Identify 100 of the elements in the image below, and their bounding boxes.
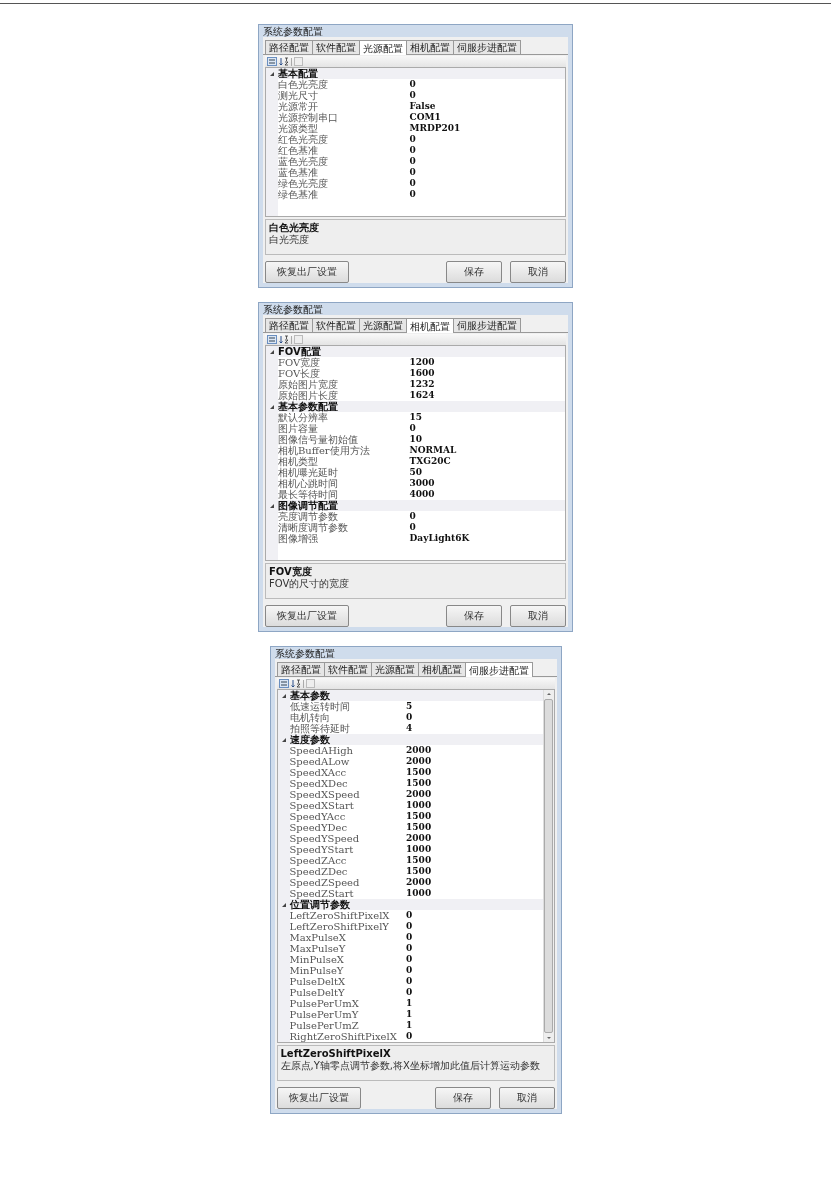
property-value[interactable]: 3000 [409,478,435,489]
expander-icon[interactable] [280,692,287,699]
tab[interactable]: 软件配置 [312,318,360,332]
property-value[interactable]: 0 [406,943,413,954]
property-name: FOV长度 [278,368,321,379]
property-value[interactable]: 0 [409,90,416,101]
dialog-button[interactable]: 恢复出厂设置 [276,1087,361,1109]
property-value[interactable]: 0 [409,134,416,145]
property-value[interactable]: 2000 [406,756,432,767]
property-value[interactable]: 50 [409,467,423,478]
property-value[interactable]: 2000 [406,789,432,800]
property-value[interactable]: 0 [406,954,413,965]
property-value[interactable]: 1 [406,1009,413,1020]
property-value[interactable]: 2000 [406,833,432,844]
expander-icon[interactable] [280,901,287,908]
property-value[interactable]: 2000 [406,877,432,888]
tab[interactable]: 伺服步进配置 [464,662,533,677]
property-value[interactable]: 0 [409,79,416,90]
tab[interactable]: 相机配置 [406,40,454,54]
dialog-button[interactable]: 恢复出厂设置 [265,605,349,627]
property-value[interactable]: DayLight6K [409,533,470,544]
scroll-thumb[interactable] [544,699,553,1033]
tab[interactable]: 伺服步进配置 [453,318,521,332]
description-text: 白光亮度 [269,234,310,246]
property-value[interactable]: 15 [409,412,423,423]
property-value[interactable]: 0 [409,511,416,522]
property-value[interactable]: 4000 [409,489,435,500]
property-value[interactable]: 1200 [409,357,435,368]
property-value[interactable]: TXG20C [409,456,451,467]
property-value[interactable]: 1600 [409,368,435,379]
tab[interactable]: 路径配置 [265,318,313,332]
property-value[interactable]: 1624 [409,390,435,401]
property-name: LeftZeroShiftPixelY [289,921,390,932]
dialog-button[interactable]: 保存 [446,261,502,283]
property-value[interactable]: 1500 [406,767,432,778]
property-value[interactable]: 0 [406,987,413,998]
property-value[interactable]: 0 [406,965,413,976]
property-value[interactable]: False [409,101,436,112]
property-value[interactable]: 5 [406,701,413,712]
expander-icon[interactable] [280,736,287,743]
tab[interactable]: 相机配置 [406,318,454,333]
property-name: 绿色基准 [278,189,319,200]
tab[interactable]: 相机配置 [417,662,466,676]
dialog-button[interactable]: 取消 [510,605,566,627]
tab[interactable]: 伺服步进配置 [453,40,521,54]
tab[interactable]: 路径配置 [276,662,325,676]
property-value[interactable]: 0 [409,522,416,533]
property-value[interactable]: NORMAL [409,445,457,456]
property-value[interactable]: 0 [406,921,413,932]
property-value[interactable]: 0 [409,145,416,156]
property-value[interactable]: 1 [406,998,413,1009]
property-value[interactable]: 0 [409,189,416,200]
expander-icon[interactable] [269,403,275,410]
property-value[interactable]: MRDP201 [409,123,461,134]
dialog-button[interactable]: 保存 [434,1087,491,1109]
property-value[interactable]: 0 [409,156,416,167]
property-value[interactable]: 1 [406,1020,413,1031]
property-value[interactable]: 0 [409,178,416,189]
property-value[interactable]: 1000 [406,844,432,855]
tab[interactable]: 路径配置 [265,40,313,54]
property-value[interactable]: 1500 [406,822,432,833]
dialog-button[interactable]: 取消 [510,261,566,283]
property-value[interactable]: 0 [406,1031,413,1042]
property-value[interactable]: COM1 [409,112,441,123]
dialog-button[interactable]: 保存 [446,605,502,627]
property-name: PulsePerUmZ [289,1020,360,1031]
property-name: 图像信号量初始值 [278,434,358,445]
property-value[interactable]: 0 [406,932,413,943]
tab[interactable]: 软件配置 [312,40,360,54]
expander-icon[interactable] [269,70,275,77]
property-value[interactable]: 0 [409,423,416,434]
property-value[interactable]: 1500 [406,866,432,877]
property-value[interactable]: 4 [406,723,413,734]
property-value[interactable]: 0 [409,167,416,178]
scrollbar[interactable] [542,690,554,1042]
tab[interactable]: 光源配置 [370,662,419,676]
sort-icon[interactable] [279,57,289,66]
expander-icon[interactable] [269,348,275,355]
property-value[interactable]: 1500 [406,811,432,822]
tab[interactable]: 软件配置 [323,662,372,676]
property-value[interactable]: 1500 [406,855,432,866]
property-value[interactable]: 0 [406,910,413,921]
property-value[interactable]: 1232 [409,379,435,390]
dialog-button[interactable]: 取消 [498,1087,555,1109]
property-value[interactable]: 0 [406,712,413,723]
property-name: SpeedYAcc [289,811,347,822]
property-value[interactable]: 1000 [406,800,432,811]
property-value[interactable]: 10 [409,434,423,445]
tab[interactable]: 光源配置 [359,318,407,332]
sort-icon[interactable] [290,679,301,688]
property-value[interactable]: 2000 [406,745,432,756]
property-value[interactable]: 1500 [406,778,432,789]
sort-icon[interactable] [279,335,289,344]
property-value[interactable]: 0 [406,976,413,987]
tab[interactable]: 光源配置 [359,40,407,55]
property-value[interactable]: 1000 [406,888,432,899]
property-name: MaxPulseX [289,932,347,943]
property-name: SpeedZStart [289,888,355,899]
expander-icon[interactable] [269,502,275,509]
dialog-button[interactable]: 恢复出厂设置 [265,261,349,283]
